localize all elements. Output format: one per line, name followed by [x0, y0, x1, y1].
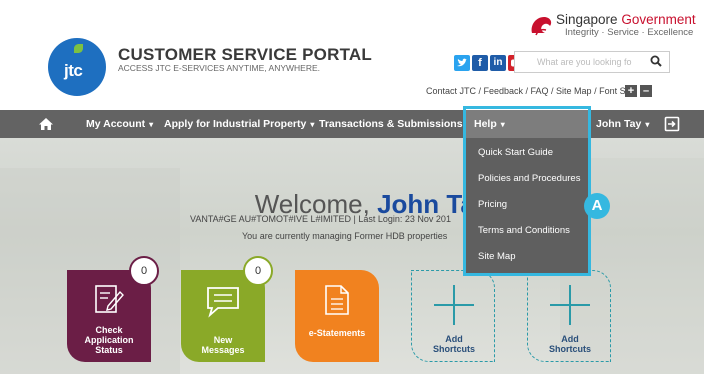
twitter-icon[interactable] [454, 55, 470, 71]
help-highlight-frame [463, 106, 591, 276]
e-statements-tile[interactable]: e-Statements [295, 270, 379, 362]
tile-label: Add Shortcuts [412, 334, 496, 354]
nav-user-label: John Tay [596, 118, 642, 130]
tile-label-line: Shortcuts [432, 344, 475, 354]
logo-text: jtc [64, 61, 83, 80]
tile-label: e-Statements [295, 328, 379, 338]
nav-my-account-label: My Account [86, 118, 146, 130]
nav-transactions-submissions[interactable]: Transactions & Submissions▾ [319, 110, 471, 138]
tile-label-line: Check [95, 325, 123, 335]
tile-label-line: e-Statements [308, 328, 366, 338]
gov-title-government: Government [621, 12, 696, 27]
gov-tagline: Integrity · Service · Excellence [565, 27, 694, 38]
font-size-decrease-button[interactable]: – [640, 85, 652, 97]
jtc-logo[interactable]: jtc [48, 38, 106, 96]
new-messages-tile[interactable]: 0 New Messages [181, 256, 273, 362]
tile-label-line: Shortcuts [548, 344, 591, 354]
singapore-lion-icon [531, 17, 552, 36]
nav-user-menu[interactable]: John Tay ▾ [596, 110, 649, 138]
tile-label: Check Application Status [67, 325, 151, 355]
search-box[interactable]: What are you looking fo [514, 51, 670, 73]
gov-title: Singapore Government [556, 12, 696, 27]
search-input[interactable]: What are you looking fo [537, 57, 632, 67]
callout-marker: A [584, 193, 610, 219]
account-info: VANTA#GE AU#TOMOT#IVE L#IMITED | Last Lo… [190, 214, 451, 224]
linkedin-icon[interactable]: in [490, 55, 506, 71]
message-icon [207, 287, 239, 318]
edit-document-icon [95, 285, 124, 313]
search-icon[interactable] [650, 55, 662, 67]
chevron-down-icon: ▾ [310, 120, 315, 129]
logo-leaf-icon [74, 44, 83, 53]
gov-title-singapore: Singapore [556, 12, 622, 27]
nav-apply-industrial-property[interactable]: Apply for Industrial Property ▾ [164, 110, 314, 138]
tile-label-line: Application [84, 335, 134, 345]
chevron-down-icon: ▾ [645, 120, 650, 129]
tile-label: Add Shortcuts [528, 334, 612, 354]
managing-properties-text: You are currently managing Former HDB pr… [242, 231, 448, 241]
nav-my-account[interactable]: My Account ▾ [86, 110, 153, 138]
add-shortcut-tile[interactable]: Add Shortcuts [527, 270, 611, 362]
font-size-increase-button[interactable]: + [625, 85, 637, 97]
document-icon [325, 285, 349, 315]
top-links[interactable]: Contact JTC / Feedback / FAQ / Site Map … [426, 86, 637, 96]
plus-icon [550, 304, 590, 306]
nav-apply-label: Apply for Industrial Property [164, 118, 307, 130]
tile-label-line: Status [95, 345, 123, 355]
tile-label-line: Messages [201, 345, 245, 355]
portal-title: CUSTOMER SERVICE PORTAL [118, 45, 372, 64]
tile-label-line: Add [561, 334, 579, 344]
tile-label: New Messages [181, 335, 265, 355]
chevron-down-icon: ▾ [149, 120, 154, 129]
portal-subtitle: ACCESS JTC E-SERVICES ANYTIME, ANYWHERE. [118, 63, 320, 73]
tile-label-line: Add [445, 334, 463, 344]
main-nav: My Account ▾ Apply for Industrial Propert… [0, 110, 704, 138]
header: jtc CUSTOMER SERVICE PORTAL ACCESS JTC E… [0, 0, 704, 110]
home-icon[interactable] [38, 116, 54, 132]
plus-icon [434, 304, 474, 306]
tile-label-line: New [213, 335, 233, 345]
message-count-badge: 0 [243, 256, 273, 286]
logout-icon[interactable] [664, 116, 680, 132]
add-shortcut-tile[interactable]: Add Shortcuts [411, 270, 495, 362]
nav-transactions-label: Transactions & Submissions [319, 118, 463, 130]
application-count-badge: 0 [129, 256, 159, 286]
facebook-icon[interactable]: f [472, 55, 488, 71]
check-application-status-tile[interactable]: 0 Check Application Status [67, 256, 159, 362]
